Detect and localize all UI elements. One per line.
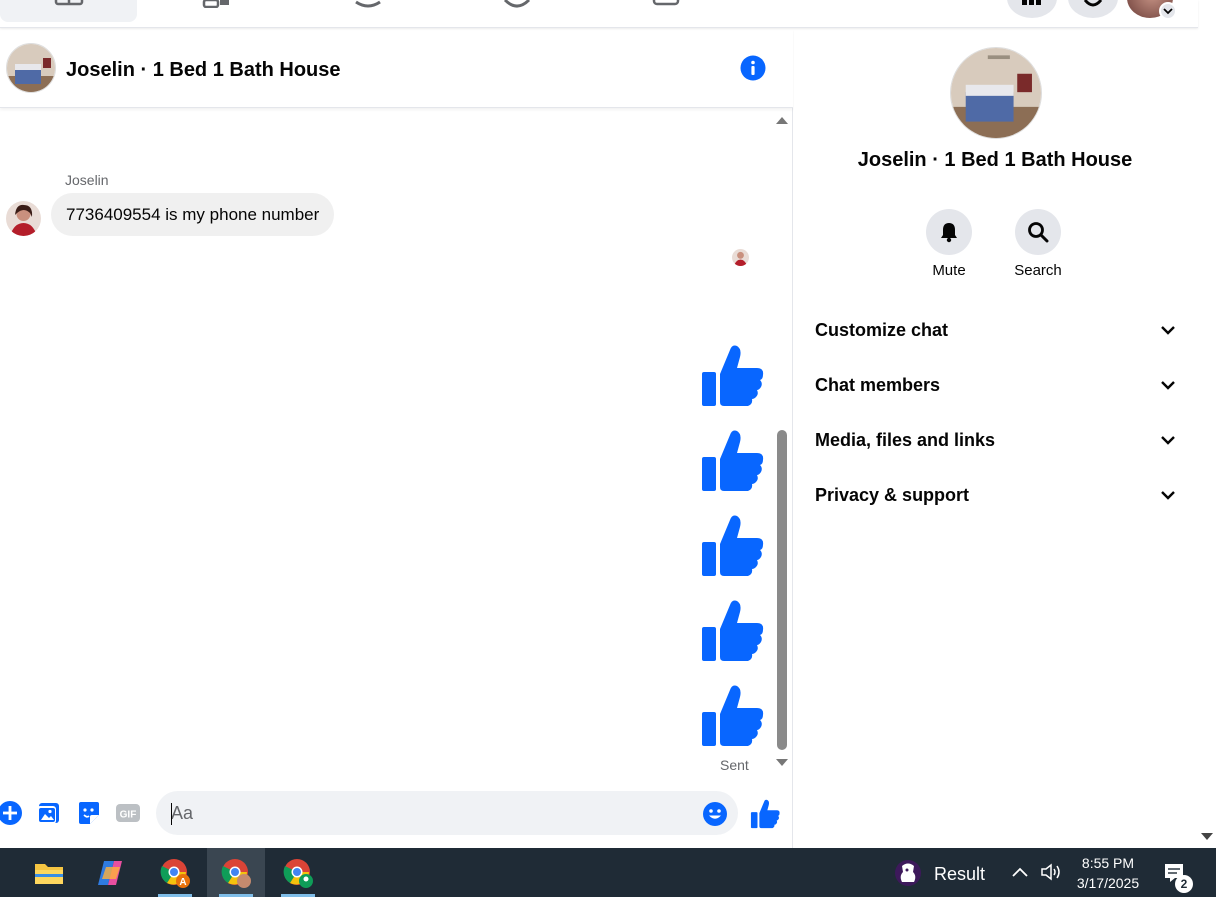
seen-photo — [732, 249, 749, 266]
premier-league-icon[interactable] — [893, 858, 923, 888]
message-sender-name: Joselin — [65, 172, 109, 188]
chevron-down-icon — [1163, 8, 1173, 15]
window-scrollbar[interactable] — [1198, 0, 1216, 848]
section-customize-chat[interactable]: Customize chat — [815, 310, 1177, 350]
sticker-icon[interactable] — [76, 800, 102, 826]
folder-icon — [35, 863, 63, 884]
chevron-down-icon — [1161, 326, 1175, 335]
section-label: Customize chat — [815, 319, 949, 340]
sender-photo — [6, 201, 41, 236]
chrome-icon — [221, 858, 251, 888]
grid-menu-icon — [1022, 0, 1041, 5]
mute-button[interactable]: Mute — [909, 209, 989, 279]
chevron-down-icon — [1161, 436, 1175, 445]
like-sticker-icon[interactable] — [700, 684, 764, 748]
section-privacy-support[interactable]: Privacy & support — [815, 475, 1177, 515]
copilot-button[interactable] — [82, 848, 140, 897]
search-label: Search — [1014, 262, 1062, 279]
like-sticker-icon[interactable] — [700, 344, 764, 408]
message-bubble[interactable]: 7736409554 is my phone number — [51, 193, 335, 236]
scroll-up-arrow-icon[interactable] — [775, 115, 789, 125]
chevron-down-icon — [1161, 381, 1175, 390]
emoji-icon[interactable] — [702, 801, 728, 827]
info-icon[interactable] — [740, 55, 766, 81]
chat-avatar[interactable] — [6, 43, 56, 93]
section-label: Chat members — [815, 374, 941, 395]
chat-details-sidebar: Joselin · 1 Bed 1 Bath House Mute Search… — [794, 29, 1198, 848]
marketplace-icon[interactable] — [202, 0, 232, 8]
photo-gallery-icon[interactable] — [36, 800, 62, 826]
window-scroll-down-icon[interactable] — [1200, 832, 1214, 842]
home-icon — [54, 0, 84, 6]
like-sticker-icon[interactable] — [700, 599, 764, 663]
seen-indicator-avatar — [732, 249, 749, 266]
send-like-icon[interactable] — [750, 799, 780, 829]
section-chat-members[interactable]: Chat members — [815, 365, 1177, 405]
sidebar-chat-avatar[interactable] — [950, 47, 1042, 139]
section-label: Privacy & support — [815, 484, 970, 505]
plus-circle-icon[interactable] — [0, 800, 23, 826]
chrome-profile-c-button[interactable] — [269, 848, 327, 897]
messenger-icon — [1083, 0, 1103, 7]
notification-count-badge: 2 — [1175, 875, 1193, 893]
chevron-up-icon[interactable] — [1011, 865, 1029, 879]
bedroom-thumbnail — [951, 48, 1041, 138]
result-label[interactable]: Result — [934, 864, 985, 885]
messenger-button[interactable] — [1068, 0, 1118, 18]
like-sticker-icon[interactable] — [700, 429, 764, 493]
chat-header: Joselin · 1 Bed 1 Bath House — [0, 29, 793, 108]
chat-title[interactable]: Joselin · 1 Bed 1 Bath House — [66, 59, 341, 82]
clock-date: 3/17/2025 — [1076, 875, 1140, 891]
chrome-icon: A — [160, 858, 190, 888]
section-media-files-links[interactable]: Media, files and links — [815, 420, 1177, 460]
chat-scrollbar-thumb[interactable] — [777, 430, 787, 750]
nav-home-tab[interactable] — [0, 0, 137, 22]
gaming-icon[interactable] — [652, 0, 682, 8]
chat-panel: Joselin · 1 Bed 1 Bath House Joselin 773… — [0, 29, 793, 848]
file-explorer-button[interactable] — [20, 848, 78, 897]
scroll-down-arrow-icon[interactable] — [775, 758, 789, 768]
watch-icon[interactable] — [353, 0, 383, 8]
bedroom-thumbnail — [7, 44, 55, 92]
top-nav-bar — [0, 0, 1198, 28]
message-input[interactable] — [156, 791, 738, 835]
sender-avatar[interactable] — [6, 201, 41, 236]
sidebar-chat-title: Joselin · 1 Bed 1 Bath House — [857, 149, 1133, 171]
bell-icon — [941, 223, 957, 243]
svg-text:A: A — [179, 877, 186, 888]
windows-taskbar: A Result 8:55 PM 3/17/2025 2 — [0, 848, 1216, 897]
volume-icon[interactable] — [1040, 862, 1062, 882]
section-label: Media, files and links — [815, 429, 996, 450]
clock-time: 8:55 PM — [1081, 855, 1135, 871]
chevron-down-icon — [1161, 491, 1175, 500]
search-circle — [1015, 209, 1061, 255]
mute-circle — [926, 209, 972, 255]
chrome-icon — [283, 858, 313, 888]
clock[interactable]: 8:55 PM 3/17/2025 — [1070, 853, 1146, 893]
account-menu-button[interactable] — [1159, 2, 1177, 20]
menu-button[interactable] — [1007, 0, 1057, 18]
like-sticker-icon[interactable] — [700, 514, 764, 578]
message-status: Sent — [720, 757, 749, 773]
svg-text:GIF: GIF — [120, 810, 137, 821]
search-button[interactable]: Search — [998, 209, 1078, 279]
copilot-icon — [98, 860, 122, 885]
message-composer: GIF — [0, 789, 793, 841]
groups-icon[interactable] — [502, 0, 532, 8]
chrome-profile-a-button[interactable]: A — [146, 848, 204, 897]
text-cursor — [171, 803, 172, 825]
mute-label: Mute — [932, 262, 966, 279]
gif-icon[interactable]: GIF — [115, 800, 141, 826]
search-icon — [1028, 222, 1049, 243]
chrome-profile-b-button[interactable] — [207, 848, 265, 897]
